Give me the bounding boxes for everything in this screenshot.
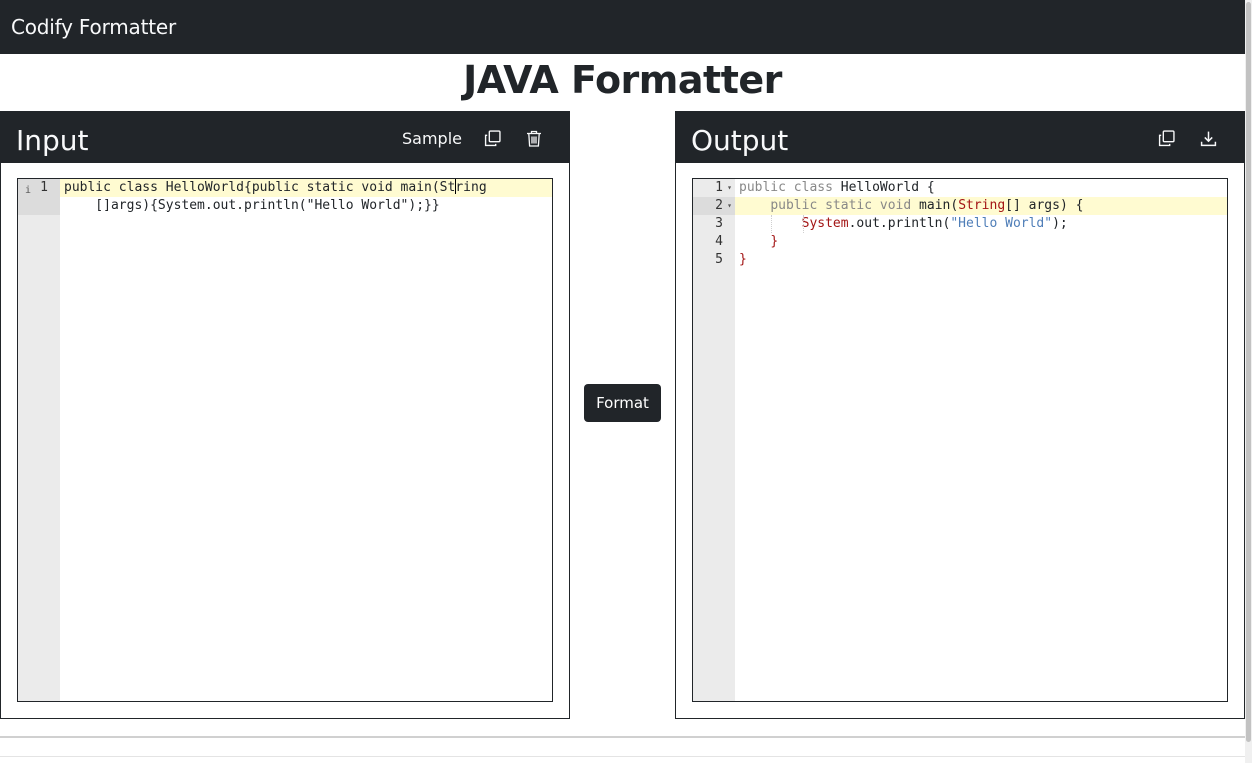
input-editor-gutter: i 1 bbox=[18, 179, 60, 701]
output-code-area[interactable]: public class HelloWorld { public static … bbox=[735, 179, 1227, 701]
line-number: 2 ▾ bbox=[693, 197, 735, 215]
output-panel: Output 1 ▾ 2 ▾ 3 4 5 public class HelloWor… bbox=[675, 111, 1245, 719]
fold-arrow-icon[interactable]: ▾ bbox=[727, 197, 732, 215]
copy-icon[interactable] bbox=[480, 124, 504, 152]
indent-guide bbox=[803, 215, 804, 233]
brand-link[interactable]: Codify Formatter bbox=[11, 15, 176, 39]
navbar: Codify Formatter bbox=[0, 0, 1252, 54]
line-number: 4 bbox=[715, 234, 723, 249]
code-line: System.out.println("Hello World"); bbox=[801, 216, 1068, 231]
input-panel-header: Input Sample bbox=[1, 112, 569, 163]
indent-guide bbox=[771, 215, 772, 233]
fold-arrow-icon[interactable]: ▾ bbox=[727, 179, 732, 197]
output-code-editor[interactable]: 1 ▾ 2 ▾ 3 4 5 public class HelloWorld { pu… bbox=[692, 178, 1228, 702]
footer-divider bbox=[0, 756, 1245, 757]
line-number: 1 ▾ bbox=[715, 179, 732, 197]
code-line: public class HelloWorld{public static vo… bbox=[60, 179, 552, 197]
code-line: public static void main(String[] args) { bbox=[735, 197, 1227, 215]
input-panel: Input Sample i 1 public class HelloWorld… bbox=[0, 111, 570, 719]
code-line: } bbox=[739, 252, 747, 267]
footer-divider bbox=[0, 736, 1245, 738]
input-panel-title: Input bbox=[16, 124, 89, 157]
input-code-area[interactable]: public class HelloWorld{public static vo… bbox=[60, 179, 552, 701]
format-button[interactable]: Format bbox=[584, 384, 661, 422]
input-code-editor[interactable]: i 1 public class HelloWorld{public stati… bbox=[17, 178, 553, 702]
download-icon[interactable] bbox=[1196, 124, 1220, 152]
warning-icon: i bbox=[25, 185, 32, 196]
code-line: } bbox=[770, 234, 779, 249]
line-number: 5 bbox=[715, 252, 723, 267]
output-panel-title: Output bbox=[691, 124, 789, 157]
page-scrollbar[interactable] bbox=[1245, 0, 1252, 763]
page-title: JAVA Formatter bbox=[463, 58, 782, 102]
output-panel-header: Output bbox=[676, 112, 1244, 163]
scrollbar-thumb[interactable] bbox=[1246, 2, 1251, 742]
trash-icon[interactable] bbox=[522, 124, 546, 152]
code-line-wrap: []args){System.out.println("Hello World"… bbox=[64, 198, 440, 213]
code-line: public class HelloWorld { bbox=[739, 180, 935, 195]
output-editor-gutter: 1 ▾ 2 ▾ 3 4 5 bbox=[693, 179, 735, 701]
line-number: i 1 bbox=[18, 179, 60, 215]
line-number: 3 bbox=[715, 216, 723, 231]
copy-icon[interactable] bbox=[1154, 124, 1178, 152]
sample-button[interactable]: Sample bbox=[402, 124, 462, 152]
